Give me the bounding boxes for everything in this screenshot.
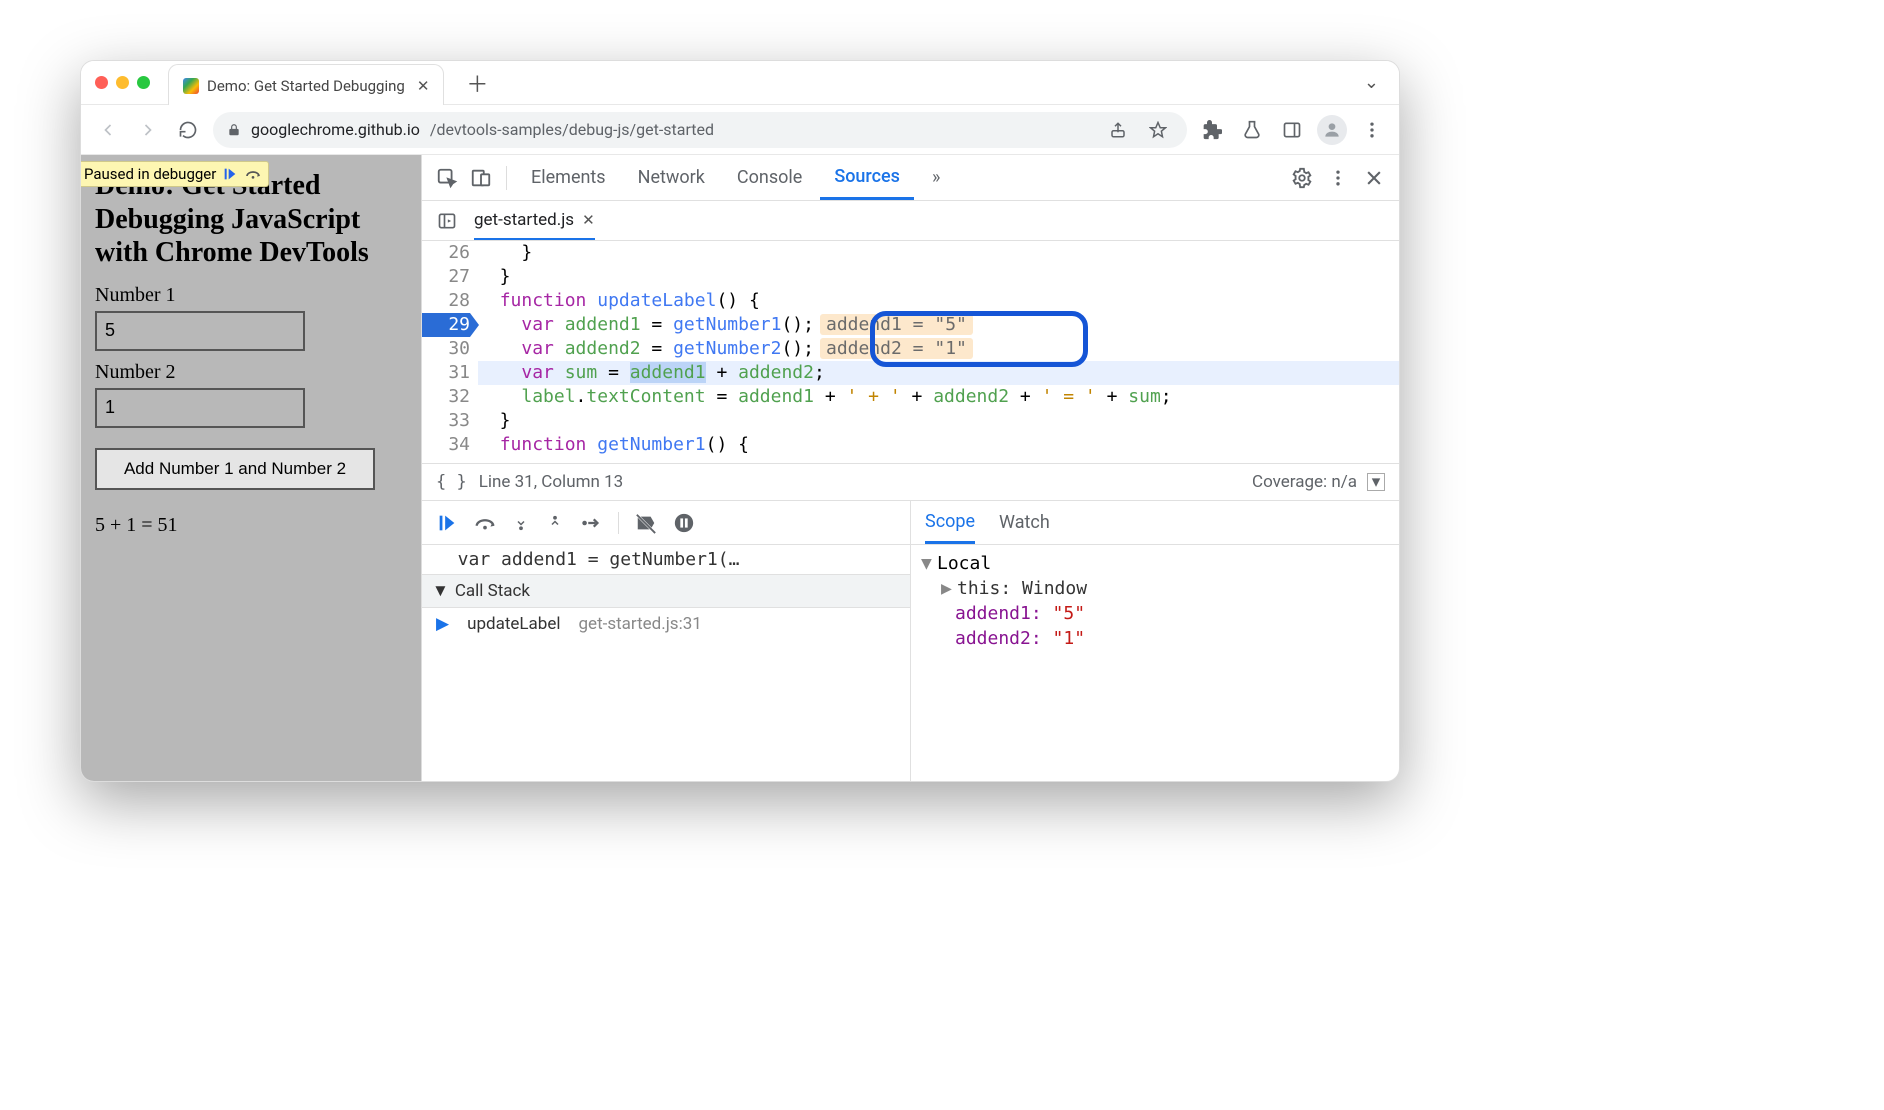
paused-overlay: Paused in debugger bbox=[81, 161, 269, 187]
forward-button[interactable] bbox=[133, 115, 163, 145]
scope-body: ▼Local ▶this: Window addend1: "5" addend… bbox=[911, 545, 1399, 657]
tab-console[interactable]: Console bbox=[723, 155, 816, 200]
tabs-chevron-icon[interactable]: ⌄ bbox=[1364, 72, 1379, 93]
step-over-icon[interactable] bbox=[244, 166, 262, 182]
add-button[interactable]: Add Number 1 and Number 2 bbox=[95, 448, 375, 490]
bookmark-icon[interactable] bbox=[1143, 115, 1173, 145]
pause-exceptions-button[interactable] bbox=[673, 512, 695, 534]
format-icon[interactable]: { } bbox=[436, 472, 467, 492]
menu-icon[interactable] bbox=[1357, 115, 1387, 145]
lock-icon bbox=[227, 123, 241, 137]
page-content: Paused in debugger Demo: Get Started Deb… bbox=[81, 155, 421, 781]
coverage-toggle-icon[interactable]: ▾ bbox=[1367, 473, 1385, 491]
paused-label: Paused in debugger bbox=[84, 165, 216, 183]
inspect-icon[interactable] bbox=[432, 163, 462, 193]
resume-button[interactable] bbox=[436, 512, 458, 534]
debugger-controls bbox=[422, 501, 910, 545]
close-file-icon[interactable]: ✕ bbox=[582, 211, 595, 229]
resume-icon[interactable] bbox=[222, 166, 238, 182]
kebab-icon[interactable] bbox=[1323, 163, 1353, 193]
maximize-window[interactable] bbox=[137, 76, 150, 89]
tab-network[interactable]: Network bbox=[624, 155, 719, 200]
scope-this[interactable]: ▶this: Window bbox=[921, 576, 1389, 601]
tab-title: Demo: Get Started Debugging bbox=[207, 77, 405, 95]
file-tab[interactable]: get-started.js ✕ bbox=[474, 201, 595, 240]
navigator-icon[interactable] bbox=[432, 206, 462, 236]
number1-input[interactable] bbox=[95, 311, 305, 351]
scope-tabs: Scope Watch bbox=[911, 501, 1399, 545]
scope-var[interactable]: addend2: "1" bbox=[921, 626, 1389, 651]
number1-label: Number 1 bbox=[95, 284, 407, 307]
stack-src: get-started.js:31 bbox=[579, 614, 702, 634]
number2-input[interactable] bbox=[95, 388, 305, 428]
favicon bbox=[183, 78, 199, 94]
devtools: Elements Network Console Sources » get-s… bbox=[421, 155, 1399, 781]
new-tab-button[interactable]: ＋ bbox=[466, 67, 488, 99]
close-window[interactable] bbox=[95, 76, 108, 89]
minimize-window[interactable] bbox=[116, 76, 129, 89]
device-icon[interactable] bbox=[466, 163, 496, 193]
callstack-item[interactable]: ▶ updateLabel get-started.js:31 bbox=[422, 608, 910, 640]
tab-scope[interactable]: Scope bbox=[925, 501, 975, 544]
step-into-button[interactable] bbox=[512, 512, 530, 534]
settings-icon[interactable] bbox=[1287, 163, 1317, 193]
result-text: 5 + 1 = 51 bbox=[95, 514, 407, 537]
url-path: /devtools-samples/debug-js/get-started bbox=[430, 120, 714, 139]
stack-fn: updateLabel bbox=[467, 614, 560, 634]
browser-tab[interactable]: Demo: Get Started Debugging ✕ bbox=[168, 64, 444, 107]
titlebar: Demo: Get Started Debugging ✕ ＋ ⌄ bbox=[81, 61, 1399, 105]
tab-more[interactable]: » bbox=[918, 155, 954, 200]
share-icon[interactable] bbox=[1103, 115, 1133, 145]
close-devtools-icon[interactable] bbox=[1359, 163, 1389, 193]
tab-elements[interactable]: Elements bbox=[517, 155, 620, 200]
close-tab-icon[interactable]: ✕ bbox=[417, 77, 430, 95]
step-out-button[interactable] bbox=[546, 512, 564, 534]
extensions-icon[interactable] bbox=[1197, 115, 1227, 145]
number2-label: Number 2 bbox=[95, 361, 407, 384]
step-button[interactable] bbox=[580, 512, 602, 534]
toolbar: googlechrome.github.io/devtools-samples/… bbox=[81, 105, 1399, 155]
code-editor[interactable]: 262728293031323334 } } function updateLa… bbox=[422, 241, 1399, 463]
current-frame-icon: ▶ bbox=[436, 614, 449, 634]
back-button[interactable] bbox=[93, 115, 123, 145]
editor-statusbar: { } Line 31, Column 13 Coverage: n/a ▾ bbox=[422, 463, 1399, 501]
traffic-lights bbox=[95, 76, 150, 89]
file-tabs: get-started.js ✕ bbox=[422, 201, 1399, 241]
coverage-label: Coverage: n/a bbox=[1252, 472, 1357, 492]
code-snippet: var addend1 = getNumber1(… bbox=[422, 545, 910, 574]
reload-button[interactable] bbox=[173, 115, 203, 145]
sidepanel-icon[interactable] bbox=[1277, 115, 1307, 145]
callstack-header[interactable]: ▼ Call Stack bbox=[422, 574, 910, 608]
scope-var[interactable]: addend1: "5" bbox=[921, 601, 1389, 626]
deactivate-breakpoints-button[interactable] bbox=[635, 512, 657, 534]
file-name: get-started.js bbox=[474, 210, 574, 230]
tab-sources[interactable]: Sources bbox=[820, 155, 914, 200]
chevron-down-icon: ▼ bbox=[432, 581, 449, 601]
address-bar[interactable]: googlechrome.github.io/devtools-samples/… bbox=[213, 112, 1187, 148]
step-over-button[interactable] bbox=[474, 512, 496, 534]
labs-icon[interactable] bbox=[1237, 115, 1267, 145]
scope-section[interactable]: ▼Local bbox=[921, 551, 1389, 576]
devtools-tabs: Elements Network Console Sources » bbox=[422, 155, 1399, 201]
tab-watch[interactable]: Watch bbox=[999, 501, 1050, 544]
profile-icon[interactable] bbox=[1317, 115, 1347, 145]
url-host: googlechrome.github.io bbox=[251, 120, 420, 139]
cursor-position: Line 31, Column 13 bbox=[479, 472, 623, 492]
